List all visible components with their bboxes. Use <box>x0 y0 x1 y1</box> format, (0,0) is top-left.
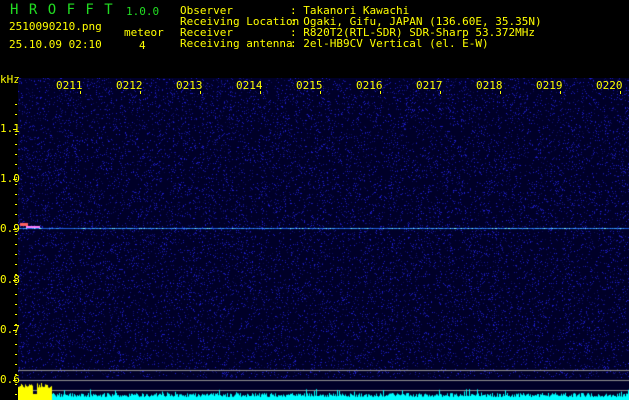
time-tick <box>140 91 141 94</box>
freq-minor-tick <box>15 384 17 385</box>
freq-minor-tick <box>15 184 17 185</box>
time-tick <box>620 91 621 94</box>
file-datetime: 25.10.09 02:10 <box>9 39 102 51</box>
freq-tick <box>13 229 17 230</box>
freq-minor-tick <box>15 374 17 375</box>
freq-minor-tick <box>15 214 17 215</box>
time-label: 0217 <box>416 80 443 92</box>
time-tick <box>380 91 381 94</box>
freq-minor-tick <box>15 304 17 305</box>
time-tick <box>560 91 561 94</box>
time-label: 0214 <box>236 80 263 92</box>
freq-minor-tick <box>15 264 17 265</box>
time-tick <box>320 91 321 94</box>
app-version: 1.0.0 <box>126 6 159 18</box>
freq-minor-tick <box>15 244 17 245</box>
time-tick <box>440 91 441 94</box>
freq-tick <box>13 330 17 331</box>
freq-tick <box>13 280 17 281</box>
info-label: Receiving antenna <box>180 38 293 50</box>
time-label: 0218 <box>476 80 503 92</box>
freq-minor-tick <box>15 114 17 115</box>
freq-minor-tick <box>15 344 17 345</box>
info-value: : 2el-HB9CV Vertical (el. E-W) <box>290 38 489 50</box>
freq-minor-tick <box>15 174 17 175</box>
time-label: 0216 <box>356 80 383 92</box>
freq-minor-tick <box>15 154 17 155</box>
freq-minor-tick <box>15 224 17 225</box>
time-tick <box>260 91 261 94</box>
freq-minor-tick <box>15 354 17 355</box>
spectrogram <box>18 78 629 400</box>
time-tick <box>80 91 81 94</box>
freq-minor-tick <box>15 294 17 295</box>
hrofft-window: H R O F F T 1.0.0 2510090210.png 25.10.0… <box>0 0 629 400</box>
freq-minor-tick <box>15 204 17 205</box>
freq-minor-tick <box>15 254 17 255</box>
freq-minor-tick <box>15 274 17 275</box>
time-label: 0213 <box>176 80 203 92</box>
freq-tick <box>13 179 17 180</box>
freq-minor-tick <box>15 394 17 395</box>
freq-minor-tick <box>15 104 17 105</box>
file-name: 2510090210.png <box>9 21 102 33</box>
app-logo: H R O F F T <box>10 4 114 16</box>
meteor-label: meteor <box>124 27 164 39</box>
time-label: 0211 <box>56 80 83 92</box>
time-label: 0219 <box>536 80 563 92</box>
freq-minor-tick <box>15 364 17 365</box>
freq-minor-tick <box>15 314 17 315</box>
freq-minor-tick <box>15 284 17 285</box>
freq-minor-tick <box>15 164 17 165</box>
freq-minor-tick <box>15 194 17 195</box>
freq-tick <box>13 129 17 130</box>
time-label: 0215 <box>296 80 323 92</box>
time-tick <box>200 91 201 94</box>
time-tick <box>500 91 501 94</box>
freq-minor-tick <box>15 144 17 145</box>
meteor-count: 4 <box>139 40 146 52</box>
time-label: 0220 <box>596 80 623 92</box>
freq-minor-tick <box>15 134 17 135</box>
freq-minor-tick <box>15 234 17 235</box>
freq-tick <box>13 380 17 381</box>
freq-minor-tick <box>15 124 17 125</box>
axis-unit: kHz <box>0 74 20 86</box>
time-label: 0212 <box>116 80 143 92</box>
freq-minor-tick <box>15 334 17 335</box>
freq-minor-tick <box>15 324 17 325</box>
